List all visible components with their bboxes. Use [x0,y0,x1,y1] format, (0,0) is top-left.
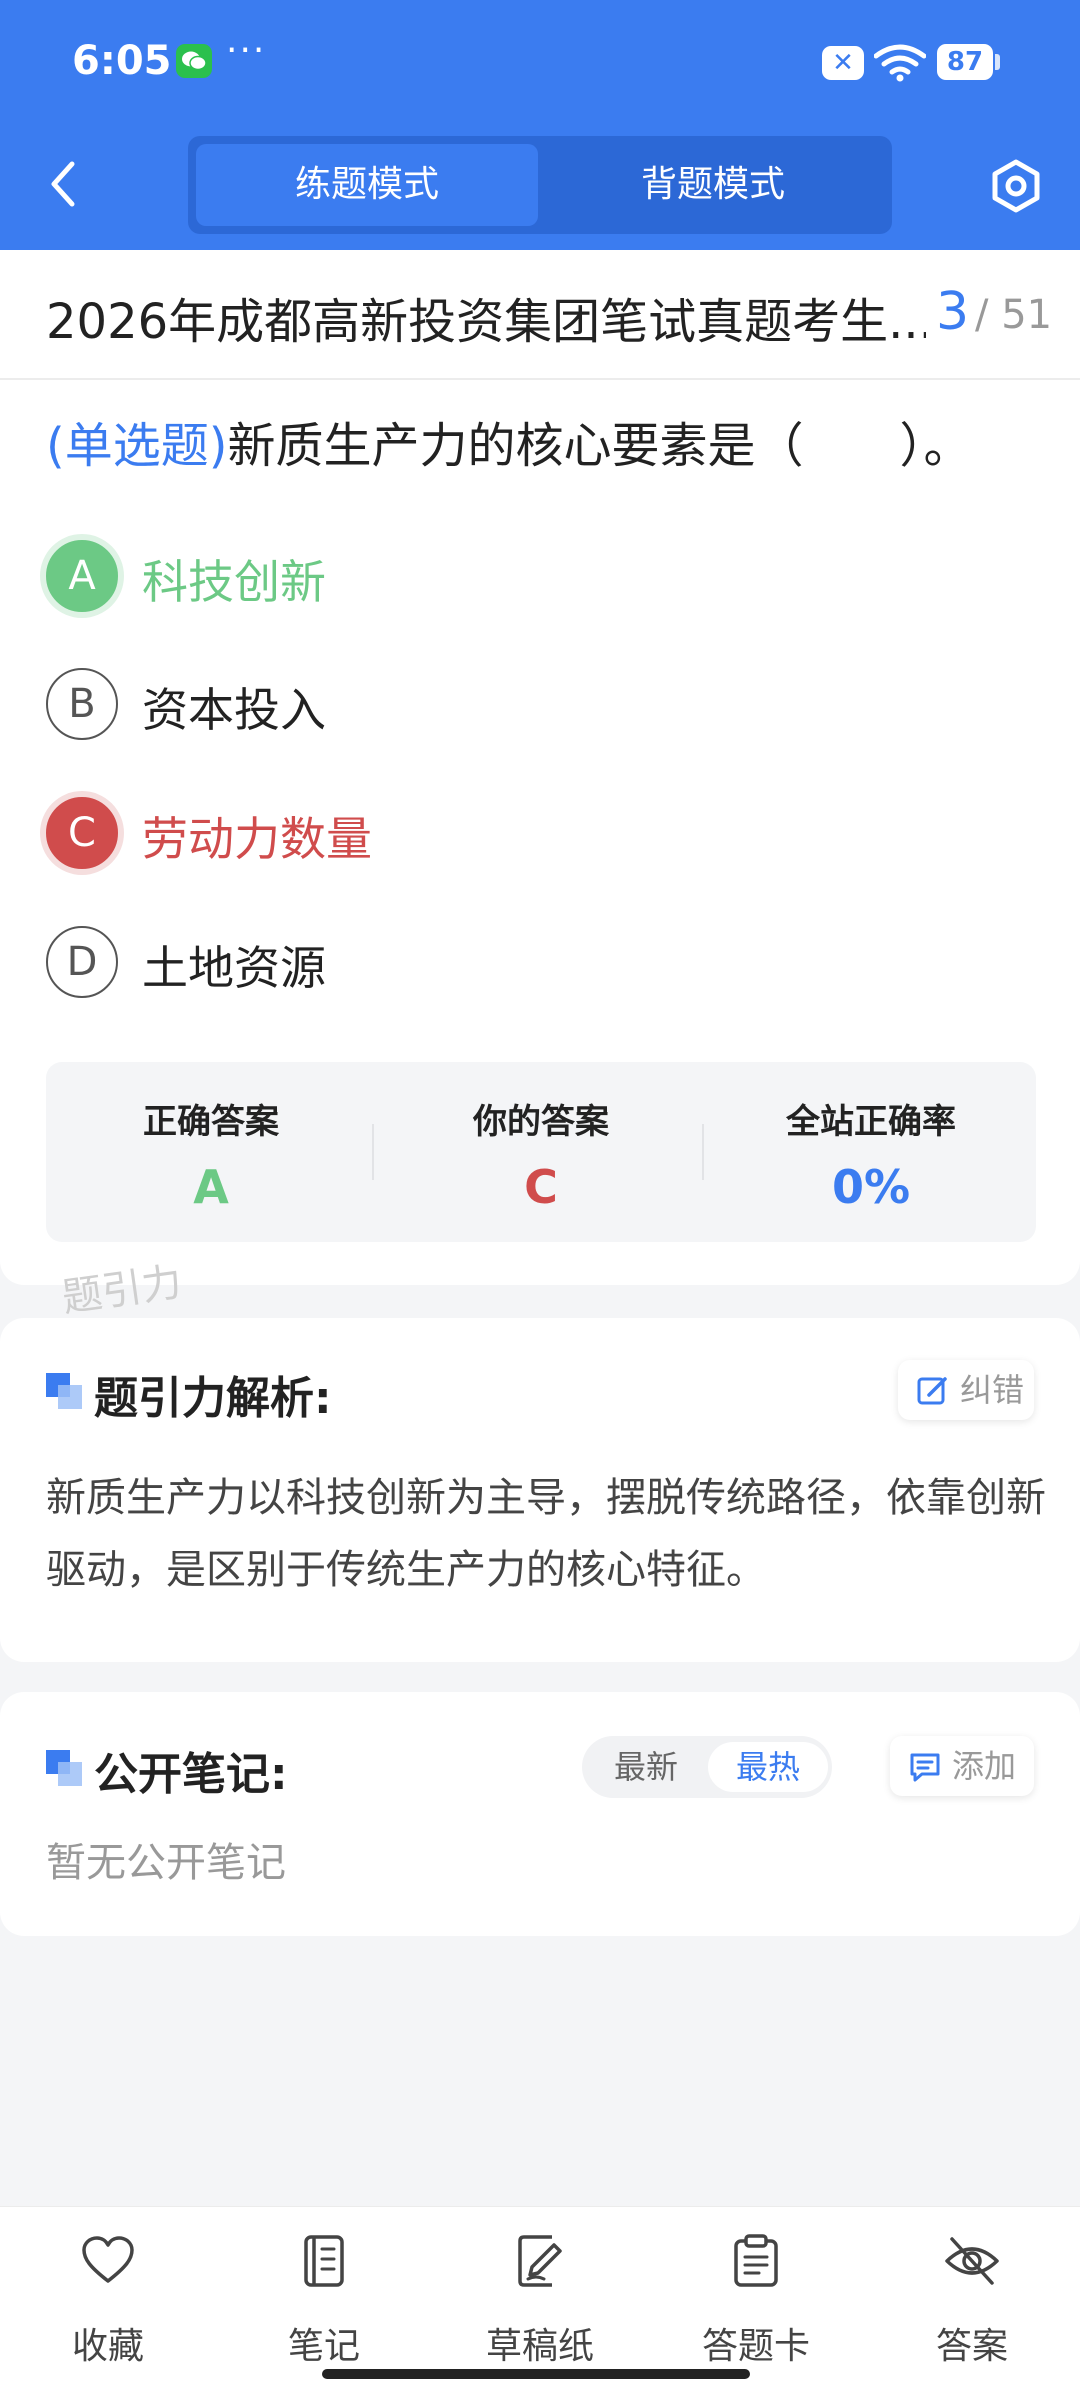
nav-favorite[interactable]: 收藏 [0,2207,216,2387]
nav-label: 草稿纸 [485,2326,594,2367]
your-answer-value: C [524,1160,558,1214]
option-label: 土地资源 [142,941,326,995]
correct-answer-label: 正确答案 [143,1102,279,1142]
option-d[interactable]: D 土地资源 [46,926,946,998]
accuracy-rate-value: 0% [831,1160,911,1214]
your-answer-label: 你的答案 [473,1102,609,1142]
correct-answer-value: A [193,1160,229,1214]
analysis-text: 新质生产力以科技创新为主导，摆脱传统路径，依靠创新驱动，是区别于传统生产力的核心… [46,1475,1046,1593]
report-error-label: 纠错 [960,1371,1025,1409]
sort-latest[interactable]: 最新 [586,1742,706,1792]
wifi-icon [874,44,926,82]
edit-icon [917,1377,947,1405]
status-bar: 6:05 ··· ✕ 87 [0,0,1080,125]
answer-sheet-icon [734,2234,778,2287]
add-note-label: 添加 [952,1747,1017,1785]
mode-switch: 练题模式 背题模式 [188,136,892,234]
correct-answer-stat: 正确答案 A [46,1062,376,1242]
question-text: (单选题)新质生产力的核心要素是（ ）。 [46,406,1046,476]
question-body: 新质生产力的核心要素是（ ）。 [227,418,972,474]
report-error-button[interactable]: 纠错 [898,1360,1034,1420]
analysis-title: 题引力解析: [94,1373,332,1424]
settings-icon[interactable] [988,158,1044,214]
app-header: 6:05 ··· ✕ 87 练题模式 背题模式 [0,0,1080,250]
empty-notes-text: 暂无公开笔记 [46,1840,286,1886]
nav-notes[interactable]: 笔记 [216,2207,432,2387]
notes-card [0,1692,1080,1936]
section-icon [46,1373,82,1409]
nav-label: 答题卡 [701,2326,810,2367]
option-letter: B [46,668,118,740]
notes-sort-toggle: 最新 最热 [582,1736,832,1798]
option-label: 劳动力数量 [142,812,372,866]
eye-off-icon [945,2237,999,2285]
battery-icon: 87 [937,44,993,80]
exam-title: 2026年成都高新投资集团笔试真题考生... [46,294,926,350]
progress-total: / 51 [975,292,1053,338]
status-time: 6:05 [72,38,172,84]
draft-icon [518,2235,562,2287]
option-letter: D [46,926,118,998]
more-notifications-icon: ··· [226,30,267,71]
progress-current: 3 [936,282,970,342]
result-summary: 正确答案 A 你的答案 C 全站正确率 0% [46,1062,1036,1242]
close-badge-icon: ✕ [822,46,864,80]
back-icon[interactable] [44,158,84,210]
nav-answer[interactable]: 答案 [864,2207,1080,2387]
option-letter: C [46,797,118,869]
notebook-icon [304,2235,344,2287]
comment-icon [910,1753,940,1782]
nav-label: 答案 [935,2326,1008,2367]
tab-memorize-mode[interactable]: 背题模式 [542,144,884,226]
divider [702,1124,704,1180]
home-indicator [322,2369,750,2379]
option-label: 科技创新 [142,555,326,609]
nav-label: 收藏 [71,2326,144,2367]
notes-title: 公开笔记: [94,1749,288,1800]
accuracy-rate-label: 全站正确率 [786,1102,956,1142]
option-label: 资本投入 [142,683,326,737]
heart-icon [82,2236,134,2283]
tab-practice-mode[interactable]: 练题模式 [196,144,538,226]
option-a[interactable]: A 科技创新 [46,540,946,612]
option-c[interactable]: C 劳动力数量 [46,797,946,869]
divider [0,378,1080,380]
question-type: (单选题) [46,418,228,474]
nav-draft[interactable]: 草稿纸 [432,2207,648,2387]
sort-hot[interactable]: 最热 [708,1742,828,1792]
nav-label: 笔记 [287,2326,360,2367]
battery-tip [995,54,1000,70]
divider [372,1124,374,1180]
wechat-icon [176,44,212,78]
nav-answer-sheet[interactable]: 答题卡 [648,2207,864,2387]
your-answer-stat: 你的答案 C [376,1062,706,1242]
option-b[interactable]: B 资本投入 [46,668,946,740]
section-icon [46,1750,82,1786]
option-letter: A [46,540,118,612]
accuracy-rate-stat: 全站正确率 0% [706,1062,1036,1242]
add-note-button[interactable]: 添加 [890,1736,1034,1796]
